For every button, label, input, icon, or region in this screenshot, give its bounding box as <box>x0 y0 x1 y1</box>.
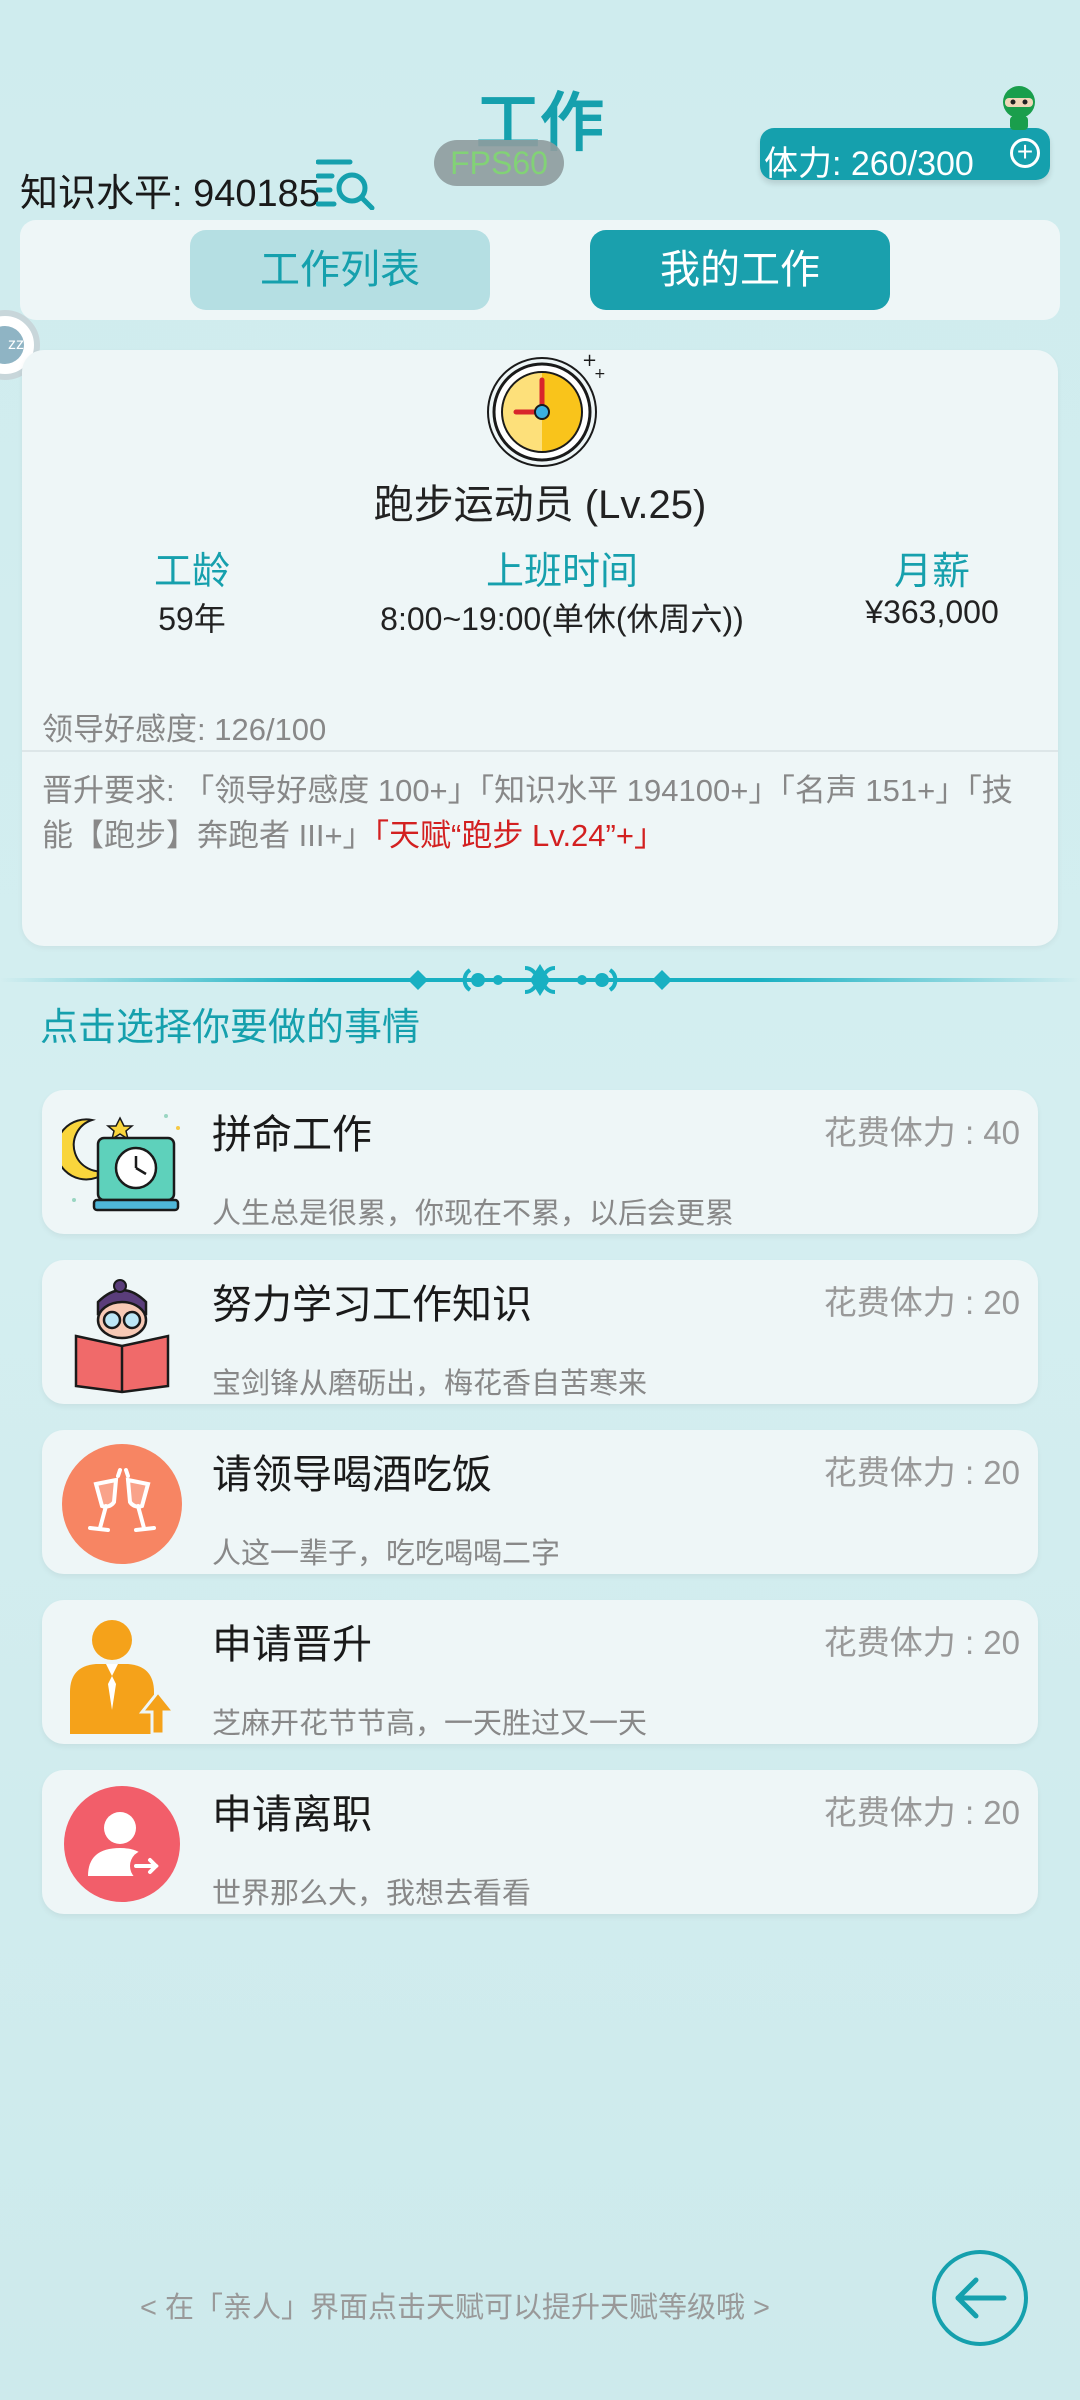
stat-seniority-value: 59年 <box>158 601 226 637</box>
action-title: 努力学习工作知识 <box>212 1283 532 1327</box>
job-title: 跑步运动员 (Lv.25) <box>373 483 707 527</box>
knowledge-level: 知识水平: 940185 <box>20 173 320 215</box>
fps-indicator: FPS60 <box>434 140 564 186</box>
toast-icon <box>62 1444 182 1564</box>
leader-favor: 领导好感度: 126/100 <box>42 712 327 747</box>
action-subtitle: 芝麻开花节节高，一天胜过又一天 <box>212 1708 648 1740</box>
divider <box>22 750 1058 752</box>
search-list-icon[interactable] <box>316 158 380 210</box>
choose-action-title: 点击选择你要做的事情 <box>40 1007 421 1049</box>
action-cost: 花费体力 : 40 <box>823 1114 1020 1151</box>
action-cost: 花费体力 : 20 <box>823 1794 1020 1831</box>
action-subtitle: 人生总是很累，你现在不累，以后会更累 <box>212 1198 735 1230</box>
stamina-text: 体力: 260/300 <box>764 145 974 183</box>
stat-work-hours-label: 上班时间 <box>485 551 638 593</box>
add-stamina-button[interactable]: + <box>1010 138 1040 168</box>
ninja-avatar-icon[interactable] <box>996 84 1042 130</box>
job-card: + + 跑步运动员 (Lv.25) 工龄 59年 上班时间 8:00~19:00… <box>22 350 1058 946</box>
sleep-icon: zz <box>0 326 24 364</box>
action-cost: 花费体力 : 20 <box>823 1284 1020 1321</box>
svg-text:+: + <box>594 366 606 382</box>
action-apply-promotion[interactable]: 申请晋升 花费体力 : 20 芝麻开花节节高，一天胜过又一天 <box>42 1600 1038 1744</box>
resign-icon <box>64 1786 180 1902</box>
stat-seniority-label: 工龄 <box>153 551 230 593</box>
stat-salary-value: ¥363,000 <box>865 594 999 630</box>
back-button-icon[interactable] <box>930 2248 1030 2348</box>
action-title: 请领导喝酒吃饭 <box>212 1453 492 1497</box>
action-title: 拼命工作 <box>212 1113 372 1157</box>
action-subtitle: 人这一辈子，吃吃喝喝二字 <box>212 1538 561 1570</box>
action-resign[interactable]: 申请离职 花费体力 : 20 世界那么大，我想去看看 <box>42 1770 1038 1914</box>
action-title: 申请离职 <box>212 1793 372 1837</box>
tab-job-list[interactable]: 工作列表 <box>190 230 490 310</box>
promotion-talent-requirement: 「天赋“跑步 Lv.24”+」 <box>373 818 665 853</box>
action-cost: 花费体力 : 20 <box>823 1454 1020 1491</box>
stat-work-hours-value: 8:00~19:00(单休(休周六)) <box>380 601 744 637</box>
promotion-icon <box>70 1620 178 1734</box>
action-work-hard[interactable]: 拼命工作 花费体力 : 40 人生总是很累，你现在不累，以后会更累 <box>42 1090 1038 1234</box>
clock-icon: + + <box>487 350 606 467</box>
action-subtitle: 宝剑锋从磨砺出，梅花香自苦寒来 <box>212 1368 648 1400</box>
action-title: 申请晋升 <box>212 1623 372 1667</box>
footer-hint: < 在「亲人」界面点击天赋可以提升天赋等级哦 > <box>140 2292 770 2324</box>
action-subtitle: 世界那么大，我想去看看 <box>212 1878 532 1910</box>
action-study[interactable]: 努力学习工作知识 花费体力 : 20 宝剑锋从磨砺出，梅花香自苦寒来 <box>42 1260 1038 1404</box>
tab-bar: 工作列表 我的工作 <box>20 220 1060 320</box>
night-work-icon <box>62 1114 180 1212</box>
stat-salary-label: 月薪 <box>893 551 970 593</box>
action-cost: 花费体力 : 20 <box>823 1624 1020 1661</box>
tab-my-job[interactable]: 我的工作 <box>590 230 890 310</box>
study-icon <box>74 1279 170 1394</box>
stamina-display: 体力: 260/300 + <box>760 128 1050 183</box>
action-treat-leader[interactable]: 请领导喝酒吃饭 花费体力 : 20 人这一辈子，吃吃喝喝二字 <box>42 1430 1038 1574</box>
promotion-requirements: 晋升要求: 「领导好感度 100+」「知识水平 194100+」「名声 151+… <box>42 768 1032 858</box>
